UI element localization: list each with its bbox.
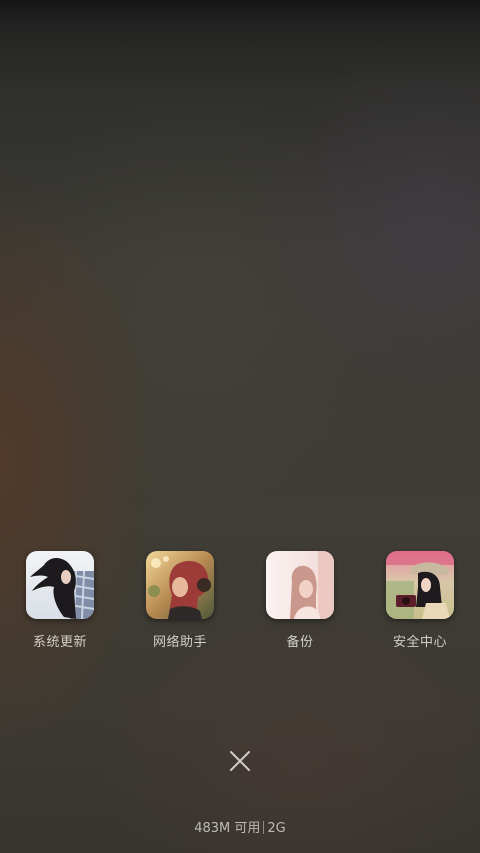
memory-status: 483M 可用 2G <box>0 817 480 836</box>
recent-app-system-update[interactable]: 系统更新 <box>0 551 120 661</box>
app-thumbnail[interactable] <box>26 551 94 619</box>
recent-app-security-center[interactable]: 安全中心 <box>360 551 480 661</box>
app-thumbnail[interactable] <box>146 551 214 619</box>
recent-app-network-assistant[interactable]: 网络助手 <box>120 551 240 661</box>
app-label: 网络助手 <box>152 635 207 650</box>
app-thumbnail[interactable] <box>386 551 454 619</box>
app-label: 备份 <box>286 635 314 650</box>
app-label: 系统更新 <box>32 635 87 650</box>
close-icon <box>230 751 250 771</box>
recent-apps-row: 系统更新 网络助手 备份 安全中心 <box>0 551 480 661</box>
app-label: 安全中心 <box>392 635 447 650</box>
blurred-wallpaper-background <box>0 0 480 853</box>
app-thumbnail[interactable] <box>266 551 334 619</box>
clear-all-button[interactable] <box>220 741 260 781</box>
memory-total: 2G <box>267 821 286 836</box>
recent-app-backup[interactable]: 备份 <box>240 551 360 661</box>
memory-available: 483M 可用 <box>194 821 261 836</box>
memory-separator <box>263 821 265 834</box>
status-bar <box>0 0 480 26</box>
